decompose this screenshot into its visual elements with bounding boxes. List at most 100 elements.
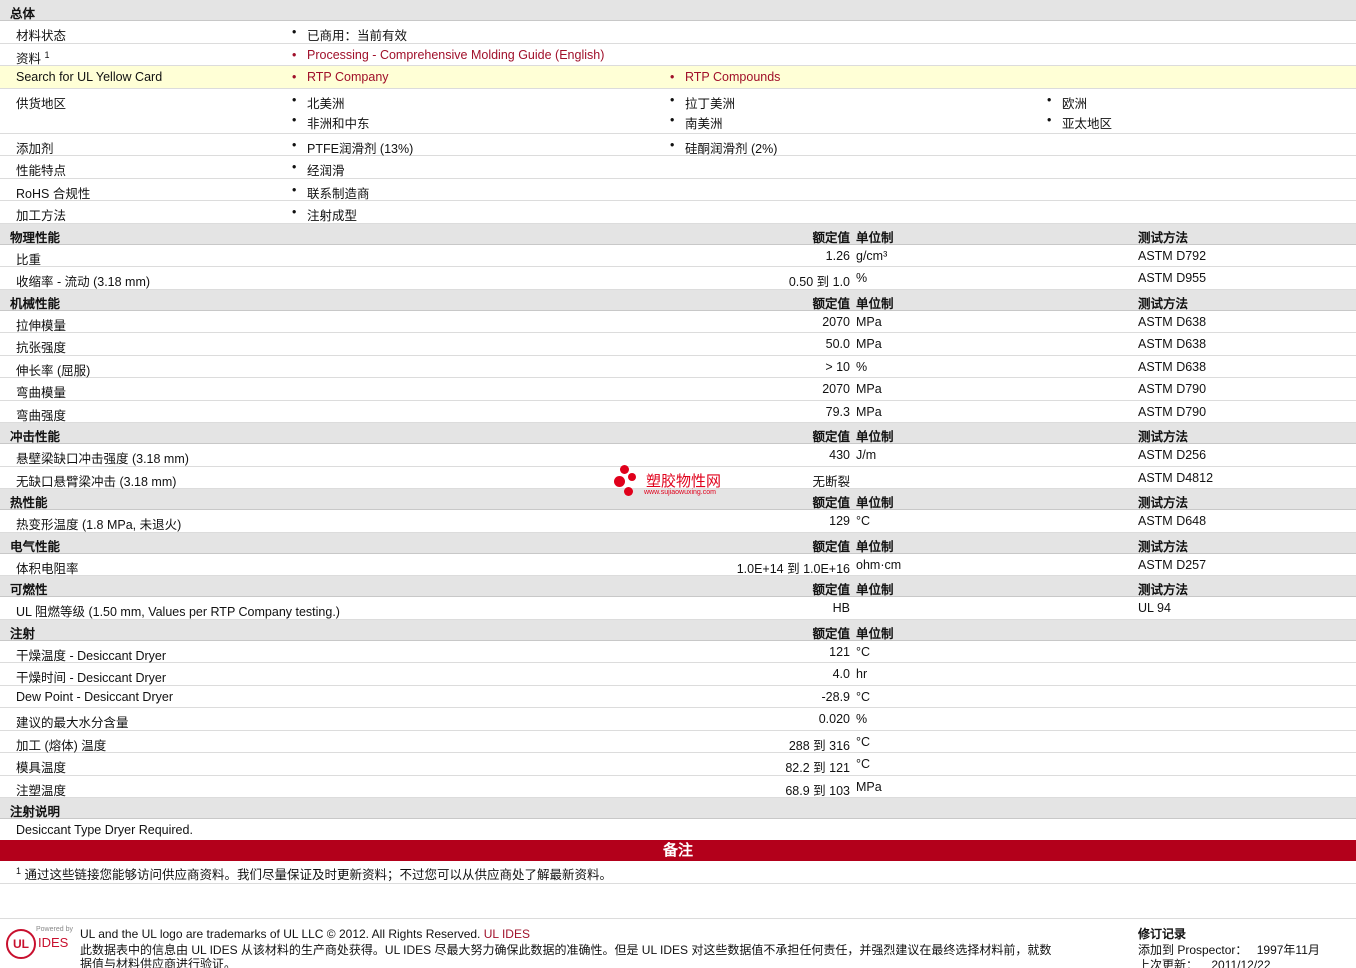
row-literature: 资料 1 Processing - Comprehensive Molding … xyxy=(0,44,1356,66)
ides-logo: IDES xyxy=(38,935,69,950)
table-row: 热变形温度 (1.8 MPa, 未退火) 129 °C ASTM D648 xyxy=(0,510,1356,533)
unit-header: 单位制 xyxy=(856,583,894,597)
method-header: 测试方法 xyxy=(1138,496,1189,510)
table-row: 模具温度 82.2 到 121 °C xyxy=(0,753,1356,776)
test-method: ASTM D257 xyxy=(1138,557,1207,572)
property-value: 1.26 xyxy=(825,248,850,263)
section-title: 机械性能 xyxy=(10,296,61,311)
property-value: > 10 xyxy=(825,359,850,374)
watermark-title: 塑胶物性网 xyxy=(646,473,722,490)
section-injection-notes-header: 注射说明 xyxy=(0,798,1356,819)
property-label: 伸长率 (屈服) xyxy=(16,363,91,378)
footer: UL Powered by IDES UL and the UL logo ar… xyxy=(0,918,1356,968)
section-electrical-header: 电气性能 额定值 单位制 测试方法 xyxy=(0,532,1356,554)
test-method: ASTM D256 xyxy=(1138,448,1207,462)
row-value: 经润滑 xyxy=(292,160,344,179)
watermark-url: www.sujiaowuxing.com xyxy=(644,489,716,496)
table-row: 干燥温度 - Desiccant Dryer 121 °C xyxy=(0,641,1356,663)
section-title: 可燃性 xyxy=(10,583,48,597)
section-impact-header: 冲击性能 额定值 单位制 测试方法 xyxy=(0,423,1356,444)
method-header: 测试方法 xyxy=(1138,583,1189,597)
property-value: 0.020 xyxy=(818,712,850,726)
literature-link[interactable]: Processing - Comprehensive Molding Guide… xyxy=(292,48,604,62)
property-label: UL 阻燃等级 (1.50 mm, Values per RTP Company… xyxy=(16,605,340,619)
property-value: 129 xyxy=(829,514,850,528)
unit-header: 单位制 xyxy=(856,230,894,245)
property-unit: MPa xyxy=(856,404,882,419)
property-unit: °C xyxy=(856,734,871,749)
property-label: 比重 xyxy=(16,252,42,267)
section-title: 总体 xyxy=(10,7,36,21)
unit-header: 单位制 xyxy=(856,496,894,510)
property-value: 4.0 xyxy=(832,667,850,681)
property-label: 建议的最大水分含量 xyxy=(16,716,129,730)
property-value: 2070 xyxy=(822,382,850,396)
property-value: 121 xyxy=(829,644,850,659)
injection-notes-row: Desiccant Type Dryer Required. xyxy=(0,819,1356,840)
nominal-header: 额定值 xyxy=(812,496,850,510)
footnote-row: 1 通过这些链接您能够访问供应商资料。我们尽量保证及时更新资料；不过您可以从供应… xyxy=(0,861,1356,884)
property-label: 悬壁梁缺口冲击强度 (3.18 mm) xyxy=(16,452,189,466)
row-label: RoHS 合规性 xyxy=(16,186,91,201)
property-value: 0.50 到 1.0 xyxy=(788,275,850,289)
region-item: 亚太地区 xyxy=(1047,113,1112,132)
test-method: ASTM D638 xyxy=(1138,359,1207,374)
property-value: 1.0E+14 到 1.0E+16 xyxy=(736,561,850,576)
property-unit: MPa xyxy=(856,314,882,329)
property-value: HB xyxy=(832,601,850,615)
table-row: 悬壁梁缺口冲击强度 (3.18 mm) 430 J/m ASTM D256 xyxy=(0,444,1356,467)
property-unit: % xyxy=(856,359,868,374)
property-label: 干燥时间 - Desiccant Dryer xyxy=(16,671,167,685)
footnote-marker: 1 xyxy=(44,49,50,60)
row-label: 加工方法 xyxy=(16,209,67,223)
table-row: 加工 (熔体) 温度 288 到 316 °C xyxy=(0,731,1356,753)
test-method: ASTM D638 xyxy=(1138,314,1207,329)
unit-header: 单位制 xyxy=(856,539,894,554)
table-row: 收缩率 - 流动 (3.18 mm) 0.50 到 1.0 % ASTM D95… xyxy=(0,267,1356,290)
property-label: 弯曲模量 xyxy=(16,386,67,400)
row-label: 添加剂 xyxy=(16,141,54,156)
property-value: -28.9 xyxy=(821,689,851,704)
rtp-compounds-link[interactable]: RTP Compounds xyxy=(670,70,781,84)
test-method: ASTM D955 xyxy=(1138,271,1207,285)
rtp-company-link[interactable]: RTP Company xyxy=(292,70,388,84)
additive-item: 硅酮润滑剂 (2%) xyxy=(670,138,777,157)
watermark-dot xyxy=(624,487,633,496)
test-method: ASTM D790 xyxy=(1138,404,1207,419)
row-label: Search for UL Yellow Card xyxy=(16,70,163,84)
nominal-header: 额定值 xyxy=(812,430,850,444)
test-method: ASTM D648 xyxy=(1138,514,1207,528)
additive-item: PTFE润滑剂 (13%) xyxy=(292,138,413,157)
section-title: 冲击性能 xyxy=(10,430,61,444)
row-additive: 添加剂 PTFE润滑剂 (13%) 硅酮润滑剂 (2%) xyxy=(0,134,1356,157)
nominal-header: 额定值 xyxy=(812,230,850,245)
row-rohs: RoHS 合规性 联系制造商 xyxy=(0,179,1356,201)
property-value: 无断裂 xyxy=(812,474,850,489)
property-label: 热变形温度 (1.8 MPa, 未退火) xyxy=(16,518,182,532)
row-label: 材料状态 xyxy=(16,29,67,43)
property-label: 收缩率 - 流动 (3.18 mm) xyxy=(16,275,151,289)
row-availability: 供货地区 北美洲 拉丁美洲 欧洲 非洲和中东 南美洲 亚太地区 xyxy=(0,89,1356,134)
property-value: 79.3 xyxy=(825,404,850,419)
ul-ides-link[interactable]: UL IDES xyxy=(484,927,530,941)
last-updated: 上次更新： 2011/12/22 xyxy=(1138,958,1271,968)
property-unit: MPa xyxy=(856,337,882,351)
property-unit: g/cm³ xyxy=(856,248,888,263)
table-row: 比重 1.26 g/cm³ ASTM D792 xyxy=(0,245,1356,267)
property-unit: MPa xyxy=(856,779,882,794)
table-row: 伸长率 (屈服) > 10 % ASTM D638 xyxy=(0,356,1356,378)
table-row: 弯曲强度 79.3 MPa ASTM D790 xyxy=(0,401,1356,423)
disclaimer-text-cont: 据值与材料供应商进行验证。 xyxy=(80,957,237,968)
nominal-header: 额定值 xyxy=(812,296,850,311)
table-row: UL 阻燃等级 (1.50 mm, Values per RTP Company… xyxy=(0,597,1356,620)
section-mechanical-header: 机械性能 额定值 单位制 测试方法 xyxy=(0,289,1356,311)
property-label: 加工 (熔体) 温度 xyxy=(16,738,107,753)
property-unit: hr xyxy=(856,667,868,681)
test-method: ASTM D792 xyxy=(1138,248,1207,263)
property-label: 拉伸模量 xyxy=(16,318,67,333)
property-unit: % xyxy=(856,271,868,285)
method-header: 测试方法 xyxy=(1138,230,1189,245)
row-label: 供货地区 xyxy=(16,96,67,111)
property-unit: % xyxy=(856,712,868,726)
test-method: UL 94 xyxy=(1138,601,1171,615)
